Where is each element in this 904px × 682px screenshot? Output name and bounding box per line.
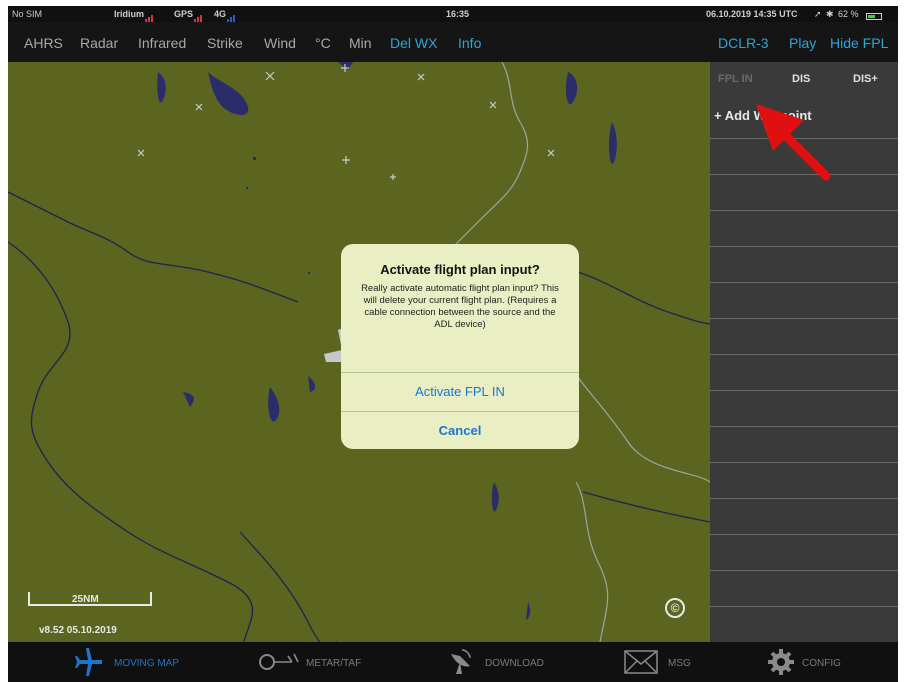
windsock-icon bbox=[259, 653, 299, 670]
tab-download[interactable]: DOWNLOAD bbox=[448, 642, 568, 682]
cell-label: 4G bbox=[214, 9, 227, 19]
fpl-row-divider bbox=[710, 246, 898, 247]
fpl-row-divider bbox=[710, 138, 898, 139]
activate-fpl-dialog: Activate flight plan input? Really activ… bbox=[341, 244, 579, 449]
map-scale-label: 25NM bbox=[72, 594, 99, 605]
cancel-button[interactable]: Cancel bbox=[341, 412, 579, 449]
iridium-signal-icon bbox=[145, 12, 155, 22]
flight-plan-tabs: FPL IN DIS DIS+ bbox=[710, 62, 898, 96]
tab-config-label: CONFIG bbox=[802, 658, 841, 669]
gps-label: GPS bbox=[174, 9, 194, 19]
gps-status: GPS bbox=[174, 9, 203, 22]
fpl-row-divider bbox=[710, 426, 898, 427]
tab-dis[interactable]: DIS bbox=[792, 73, 810, 85]
top-menu-bar: AHRS Radar Infrared Strike Wind °C Min D… bbox=[8, 22, 898, 62]
menu-hide-fpl[interactable]: Hide FPL bbox=[830, 35, 888, 51]
cell-status: 4G bbox=[214, 9, 236, 22]
iridium-status: Iridium bbox=[114, 9, 154, 22]
tab-dis-plus[interactable]: DIS+ bbox=[853, 73, 878, 85]
menu-min[interactable]: Min bbox=[349, 35, 372, 51]
menu-dclr-3[interactable]: DCLR-3 bbox=[718, 35, 769, 51]
fpl-row-divider bbox=[710, 318, 898, 319]
menu-infrared[interactable]: Infrared bbox=[138, 35, 186, 51]
menu-play[interactable]: Play bbox=[789, 35, 816, 51]
menu-ahrs[interactable]: AHRS bbox=[24, 35, 63, 51]
activate-fpl-in-button[interactable]: Activate FPL IN bbox=[341, 373, 579, 411]
bottom-tab-bar: MOVING MAP METAR/TAF DOWNLOAD MSG CONFIG bbox=[8, 642, 898, 682]
menu-strike[interactable]: Strike bbox=[207, 35, 243, 51]
gps-signal-icon bbox=[194, 12, 204, 22]
tab-download-label: DOWNLOAD bbox=[485, 658, 544, 669]
bluetooth-icon: ✱ bbox=[826, 9, 834, 19]
location-icon: ➚ bbox=[814, 9, 822, 19]
cell-signal-icon bbox=[227, 12, 237, 22]
tab-config[interactable]: CONFIG bbox=[766, 642, 866, 682]
tab-moving-map[interactable]: MOVING MAP bbox=[74, 642, 194, 682]
satellite-dish-icon bbox=[451, 649, 471, 674]
fpl-row-divider bbox=[710, 570, 898, 571]
status-bar: No SIM Iridium GPS 4G 16:35 06.10.2019 1… bbox=[8, 6, 898, 22]
tab-fpl-in[interactable]: FPL IN bbox=[718, 73, 753, 85]
airplane-icon bbox=[75, 648, 102, 676]
menu-wind[interactable]: Wind bbox=[264, 35, 296, 51]
tab-msg-label: MSG bbox=[668, 658, 691, 669]
utc-datetime: 06.10.2019 14:35 UTC bbox=[706, 9, 798, 19]
dialog-title: Activate flight plan input? bbox=[380, 262, 540, 277]
clock: 16:35 bbox=[446, 9, 470, 19]
flight-plan-panel: FPL IN DIS DIS+ + Add Waypoint bbox=[710, 62, 898, 642]
fpl-row-divider bbox=[710, 534, 898, 535]
tab-moving-map-label: MOVING MAP bbox=[114, 658, 180, 669]
gear-icon bbox=[768, 649, 794, 675]
menu-del-wx[interactable]: Del WX bbox=[390, 35, 437, 51]
fpl-row-divider bbox=[710, 210, 898, 211]
fpl-row-divider bbox=[710, 282, 898, 283]
menu-temperature-unit[interactable]: °C bbox=[315, 35, 331, 51]
device-screen: No SIM Iridium GPS 4G 16:35 06.10.2019 1… bbox=[8, 6, 898, 682]
iridium-label: Iridium bbox=[114, 9, 145, 19]
dialog-message: Really activate automatic flight plan in… bbox=[361, 283, 559, 330]
tab-metar-taf-label: METAR/TAF bbox=[306, 658, 362, 669]
fpl-row-divider bbox=[710, 174, 898, 175]
menu-info[interactable]: Info bbox=[458, 35, 481, 51]
fpl-row-divider bbox=[710, 462, 898, 463]
tab-metar-taf[interactable]: METAR/TAF bbox=[258, 642, 378, 682]
menu-radar[interactable]: Radar bbox=[80, 35, 118, 51]
fpl-row-divider bbox=[710, 390, 898, 391]
add-waypoint-button[interactable]: + Add Waypoint bbox=[714, 108, 812, 123]
fpl-row-divider bbox=[710, 498, 898, 499]
tab-msg[interactable]: MSG bbox=[624, 642, 724, 682]
fpl-row-divider bbox=[710, 606, 898, 607]
fpl-row-divider bbox=[710, 354, 898, 355]
copyright-icon[interactable]: © bbox=[665, 598, 685, 618]
battery-percent: 62 % bbox=[838, 9, 859, 19]
envelope-icon bbox=[624, 650, 658, 674]
app-version: v8.52 05.10.2019 bbox=[39, 625, 117, 636]
carrier-label: No SIM bbox=[12, 9, 43, 19]
